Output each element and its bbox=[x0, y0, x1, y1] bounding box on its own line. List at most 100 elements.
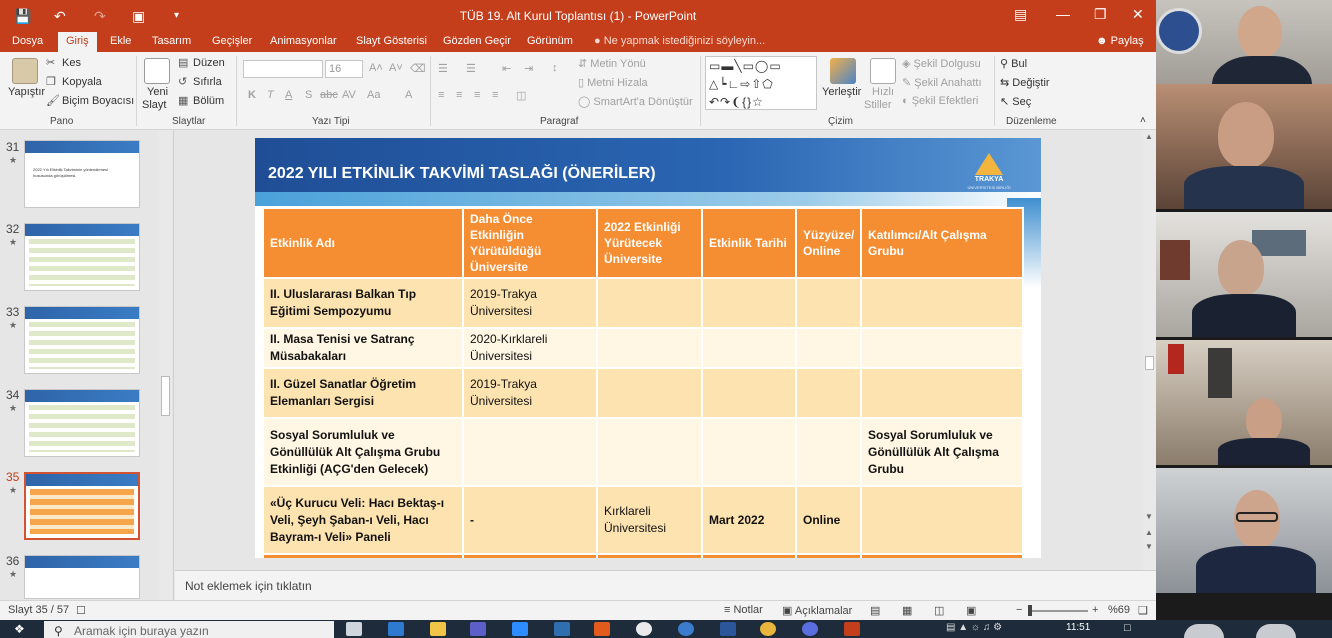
shadow-button[interactable]: S bbox=[305, 89, 312, 101]
app-icon[interactable] bbox=[636, 622, 652, 636]
video-control-button[interactable] bbox=[1184, 624, 1224, 638]
section-button[interactable]: Bölüm bbox=[193, 95, 224, 107]
new-slide-icon[interactable] bbox=[144, 58, 170, 84]
align-text-button[interactable]: ▯ Metni Hizala bbox=[578, 76, 648, 89]
zoom-level[interactable]: %69 bbox=[1108, 604, 1130, 616]
table-cell[interactable] bbox=[701, 367, 797, 419]
mail-icon[interactable] bbox=[388, 622, 404, 636]
paste-button[interactable]: Yapıştır bbox=[8, 86, 45, 98]
taskbar-clock[interactable]: 11:51 bbox=[1066, 622, 1090, 633]
slide-thumbnail-active[interactable] bbox=[24, 472, 140, 540]
table-cell[interactable] bbox=[701, 277, 797, 329]
strikethrough-icon[interactable]: abc bbox=[320, 89, 338, 101]
slide-scrollbar[interactable]: ▲ ▼ ▲ ▼ bbox=[1142, 130, 1156, 570]
shape-effects-button[interactable]: ◐ Şekil Efektleri bbox=[902, 95, 978, 107]
zoom-icon[interactable] bbox=[512, 622, 528, 636]
teams-icon[interactable] bbox=[470, 622, 486, 636]
table-cell[interactable]: II. Güzel Sanatlar Öğretim Elemanları Se… bbox=[262, 367, 464, 419]
system-tray-icons[interactable]: ▤ ▲ ☼ ♫ ⚙ bbox=[946, 622, 1002, 633]
table-cell[interactable] bbox=[860, 277, 1024, 329]
tell-me-search[interactable]: ● Ne yapmak istediğinizi söyleyin... bbox=[594, 35, 765, 47]
normal-view-icon[interactable]: ▤ bbox=[870, 604, 880, 617]
reset-button[interactable]: Sıfırla bbox=[193, 76, 222, 88]
minimize-icon[interactable]: — bbox=[1056, 6, 1070, 22]
slide-thumbnail[interactable]: 2022 Yılı Etkinlik Takviminin yönlendirm… bbox=[24, 140, 140, 208]
increase-indent-icon[interactable]: ⇥ bbox=[524, 62, 533, 75]
scrollbar-thumb[interactable] bbox=[1145, 356, 1154, 370]
slideshow-view-icon[interactable]: ▣ bbox=[966, 604, 976, 617]
zoom-out-icon[interactable]: − bbox=[1016, 604, 1022, 616]
tab-slayt-gosterisi[interactable]: Slayt Gösterisi bbox=[356, 35, 427, 47]
bullets-icon[interactable]: ☰ bbox=[438, 62, 448, 75]
app-icon[interactable] bbox=[554, 622, 570, 636]
globe-icon[interactable] bbox=[678, 622, 694, 636]
maximize-icon[interactable]: ❐ bbox=[1094, 6, 1107, 23]
scroll-down-icon[interactable]: ▼ bbox=[1145, 512, 1153, 521]
table-cell[interactable]: Mart 2022 bbox=[701, 485, 797, 555]
powerpoint-icon[interactable] bbox=[844, 622, 860, 636]
italic-button[interactable]: T bbox=[267, 89, 274, 101]
notes-button[interactable]: ≡ Notlar bbox=[724, 604, 763, 616]
table-cell[interactable] bbox=[860, 327, 1024, 369]
font-color-button[interactable]: A bbox=[405, 89, 412, 101]
table-cell[interactable] bbox=[596, 277, 703, 329]
fit-to-window-icon[interactable]: ❑ bbox=[1138, 604, 1148, 617]
copy-button[interactable]: Kopyala bbox=[62, 76, 102, 88]
font-size-field[interactable]: 16 bbox=[325, 60, 363, 78]
decrease-indent-icon[interactable]: ⇤ bbox=[502, 62, 511, 75]
slide-thumbnail[interactable] bbox=[24, 223, 140, 291]
table-cell[interactable]: 2019-Trakya Üniversitesi bbox=[462, 367, 598, 419]
numbering-icon[interactable]: ☰ bbox=[466, 62, 476, 75]
align-left-icon[interactable]: ≡ bbox=[438, 89, 444, 101]
arrange-button[interactable]: Yerleştir bbox=[822, 86, 861, 98]
columns-icon[interactable]: ◫ bbox=[516, 89, 526, 102]
clear-format-icon[interactable]: ⌫ bbox=[410, 62, 426, 75]
notifications-icon[interactable]: □ bbox=[1124, 622, 1131, 634]
current-slide[interactable]: 2022 YILI ETKİNLİK TAKVİMİ TASLAĞI (ÖNER… bbox=[255, 138, 1041, 558]
thumbnails-scrollbar[interactable] bbox=[158, 130, 172, 600]
slide-thumbnail[interactable] bbox=[24, 389, 140, 457]
table-cell[interactable]: 2019-Trakya Üniversitesi bbox=[462, 277, 598, 329]
table-cell[interactable]: 2020-Kırklareli Üniversitesi bbox=[462, 327, 598, 369]
chrome-icon[interactable] bbox=[760, 622, 776, 636]
smartart-button[interactable]: ◯ SmartArt'a Dönüştür bbox=[578, 95, 693, 108]
select-button[interactable]: ↖ Seç bbox=[1000, 95, 1031, 108]
spell-check-icon[interactable]: ☐ bbox=[76, 604, 86, 617]
arrange-icon[interactable] bbox=[830, 58, 856, 84]
tab-gecisler[interactable]: Geçişler bbox=[212, 35, 252, 47]
collapse-ribbon-icon[interactable]: ˄ bbox=[1140, 115, 1146, 126]
scroll-up-icon[interactable]: ▲ bbox=[1145, 132, 1153, 141]
table-cell[interactable] bbox=[701, 417, 797, 487]
next-slide-icon[interactable]: ▼ bbox=[1145, 542, 1153, 551]
align-right-icon[interactable]: ≡ bbox=[474, 89, 480, 101]
table-cell[interactable] bbox=[795, 417, 862, 487]
underline-button[interactable]: A bbox=[285, 89, 292, 101]
find-button[interactable]: ⚲ Bul bbox=[1000, 57, 1027, 70]
participant-video[interactable] bbox=[1156, 468, 1332, 595]
tab-giris[interactable]: Giriş bbox=[58, 32, 97, 52]
ribbon-display-icon[interactable]: ▤ bbox=[1014, 6, 1027, 23]
slide-thumbnail[interactable] bbox=[24, 306, 140, 374]
table-cell[interactable]: Sosyal Sorumluluk ve Gönüllülük Alt Çalı… bbox=[860, 417, 1024, 487]
new-slide-label-1[interactable]: Yeni bbox=[147, 86, 168, 98]
comments-button[interactable]: ▣ Açıklamalar bbox=[782, 604, 852, 617]
table-cell[interactable]: II. Uluslararası Balkan Tıp Eğitimi Semp… bbox=[262, 277, 464, 329]
table-cell[interactable] bbox=[860, 485, 1024, 555]
table-cell[interactable] bbox=[795, 367, 862, 419]
replace-button[interactable]: ⇆ Değiştir bbox=[1000, 76, 1050, 89]
font-name-field[interactable] bbox=[243, 60, 323, 78]
tab-gozden-gecir[interactable]: Gözden Geçir bbox=[443, 35, 511, 47]
reading-view-icon[interactable]: ◫ bbox=[934, 604, 944, 617]
table-cell[interactable] bbox=[596, 327, 703, 369]
shape-outline-button[interactable]: ✎ Şekil Anahattı bbox=[902, 76, 982, 89]
table-cell[interactable] bbox=[795, 327, 862, 369]
line-spacing-icon[interactable]: ↕ bbox=[552, 62, 558, 74]
zoom-slider-handle[interactable] bbox=[1028, 605, 1032, 616]
table-cell[interactable]: Sosyal Sorumluluk ve Gönüllülük Alt Çalı… bbox=[262, 417, 464, 487]
quick-styles-label-1[interactable]: Hızlı bbox=[872, 86, 894, 98]
tab-gorunum[interactable]: Görünüm bbox=[527, 35, 573, 47]
video-control-button[interactable] bbox=[1256, 624, 1296, 638]
text-direction-button[interactable]: ⇵ Metin Yönü bbox=[578, 57, 646, 70]
participant-video[interactable] bbox=[1156, 212, 1332, 339]
table-cell[interactable] bbox=[795, 277, 862, 329]
